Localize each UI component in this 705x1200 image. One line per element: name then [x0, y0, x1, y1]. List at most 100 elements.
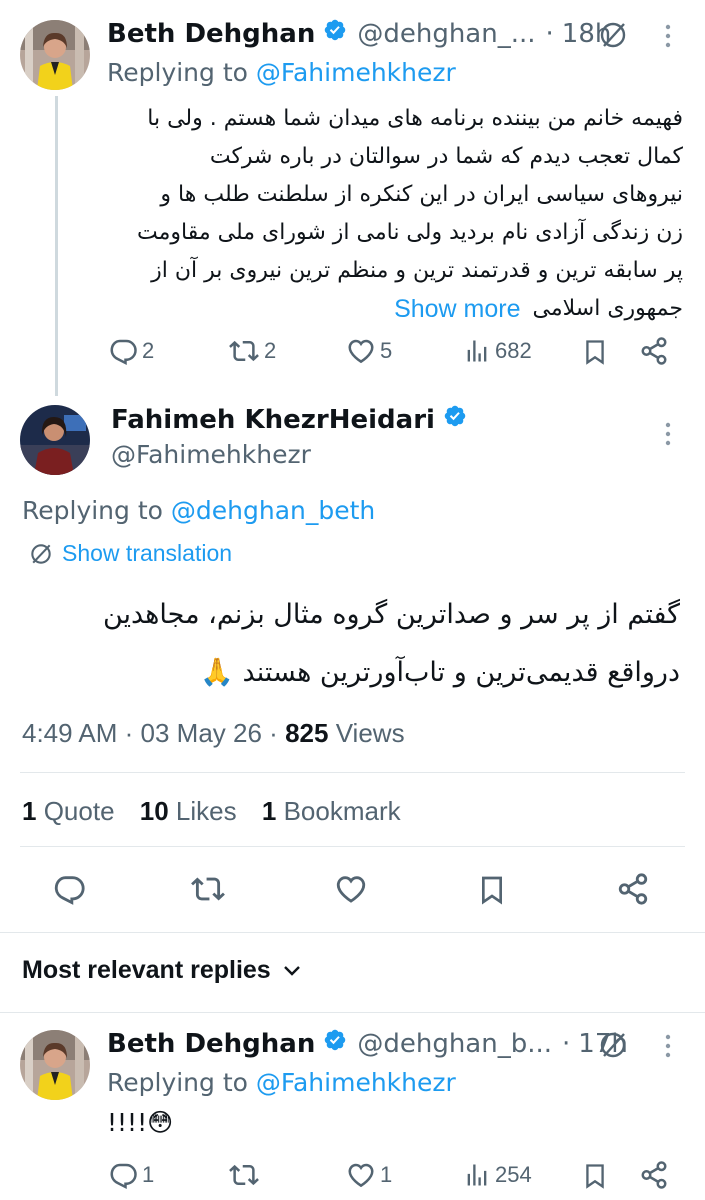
share-icon	[641, 1161, 667, 1189]
sort-label: Most relevant replies	[22, 956, 271, 984]
share-button[interactable]	[616, 872, 650, 910]
replying-to: Replying to @Fahimehkhezr	[107, 1068, 456, 1097]
divider	[20, 772, 685, 773]
reply-count: 2	[142, 338, 155, 363]
author-handle[interactable]: @dehghan_...	[357, 19, 535, 49]
views-label: Views	[335, 718, 405, 748]
chevron-down-icon	[283, 965, 300, 976]
show-translation-button[interactable]: Show translation	[28, 540, 232, 567]
reply-icon	[54, 876, 85, 905]
like-button[interactable]	[334, 872, 368, 910]
text-line: نیروهای سیاسی ایران در این کنکره از سلطن…	[160, 182, 683, 207]
sort-replies-dropdown[interactable]: Most relevant replies	[22, 956, 301, 985]
repost-button[interactable]: 2	[228, 336, 276, 366]
reply1-header: Beth Dehghan @dehghan_... · 18h	[107, 18, 611, 49]
replying-to: Replying to @Fahimehkhezr	[107, 58, 456, 87]
views-count: 825	[285, 718, 329, 748]
reply2-header: Beth Dehghan @dehghan_b... · 17h	[107, 1028, 628, 1059]
reply-button[interactable]: 1	[108, 1160, 154, 1190]
replying-to-link[interactable]: @dehghan_beth	[171, 496, 375, 525]
text-line: درواقع قدیمی‌ترین و تاب‌آورترین هستند 🙏	[200, 657, 680, 688]
views-button[interactable]: 254	[463, 1160, 532, 1190]
replying-to: Replying to @dehghan_beth	[22, 496, 376, 525]
repost-button[interactable]	[190, 872, 226, 910]
share-button[interactable]	[639, 1160, 669, 1190]
text-line: کمال تعجب دیدم که شما در سوالتان در باره…	[209, 144, 683, 169]
more-vertical-icon[interactable]	[660, 22, 676, 54]
like-count: 5	[380, 338, 393, 363]
bookmarks-stat[interactable]: 1 Bookmark	[262, 796, 419, 826]
text-line: فهیمه خانم من بیننده برنامه های میدان شم…	[147, 106, 683, 131]
author-handle[interactable]: @dehghan_b...	[357, 1029, 552, 1059]
divider	[0, 932, 705, 933]
views-count: 254	[495, 1162, 532, 1187]
author-handle[interactable]: @Fahimehkhezr	[111, 440, 311, 469]
views-icon	[467, 1164, 487, 1186]
author-name[interactable]: Beth Dehghan	[107, 1029, 315, 1059]
avatar-beth-dehghan[interactable]	[20, 1030, 90, 1100]
reply-icon	[110, 339, 137, 366]
avatar-beth-dehghan[interactable]	[20, 20, 90, 90]
bookmark-icon	[586, 340, 604, 365]
like-icon	[336, 876, 366, 903]
author-name[interactable]: Fahimeh KhezrHeidari	[111, 405, 435, 435]
thread-connector-line	[55, 96, 58, 396]
more-vertical-icon[interactable]	[660, 420, 676, 452]
repost-icon	[191, 877, 225, 901]
like-button[interactable]: 1	[346, 1160, 392, 1190]
bookmark-button[interactable]	[476, 872, 508, 912]
share-button[interactable]	[639, 336, 669, 366]
share-icon	[641, 337, 667, 365]
likes-stat[interactable]: 10 Likes	[140, 796, 255, 826]
quotes-stat[interactable]: 1 Quote	[22, 796, 133, 826]
divider	[20, 846, 685, 847]
views-icon	[467, 340, 487, 362]
bookmark-button[interactable]	[581, 1160, 609, 1192]
text-line: جمهوری اسلامی	[532, 296, 683, 321]
avatar-fahimeh[interactable]	[20, 405, 90, 475]
verified-badge-icon	[323, 18, 347, 49]
tweet-time[interactable]: 4:49 AM	[22, 718, 117, 748]
last-line-row: Show more جمهوری اسلامی	[105, 290, 683, 328]
grok-slash-icon[interactable]	[598, 1030, 628, 1064]
reply1-text: فهیمه خانم من بیننده برنامه های میدان شم…	[105, 100, 683, 328]
separator-dot: ·	[545, 18, 554, 49]
more-vertical-icon[interactable]	[660, 1032, 676, 1064]
bookmark-button[interactable]	[581, 336, 609, 368]
show-more-link[interactable]: Show more	[394, 290, 520, 328]
show-translation-label: Show translation	[62, 540, 233, 566]
like-button[interactable]: 5	[346, 336, 392, 366]
reply2-text: !!!!😳	[107, 1108, 174, 1137]
bookmark-icon	[586, 1164, 604, 1189]
like-icon	[348, 1163, 374, 1188]
reply-button[interactable]	[52, 872, 86, 910]
repost-icon	[229, 340, 259, 362]
tweet-date[interactable]: 03 May 26	[141, 718, 262, 748]
share-icon	[618, 873, 648, 905]
verified-badge-icon	[443, 404, 467, 435]
repost-count: 2	[264, 338, 277, 363]
divider	[0, 1012, 705, 1013]
main-header: Fahimeh KhezrHeidari	[111, 404, 467, 435]
views-button[interactable]: 682	[463, 336, 532, 366]
engagement-stats: 1 Quote 10 Likes 1 Bookmark	[22, 796, 419, 827]
reply-count: 1	[142, 1162, 155, 1187]
reply-button[interactable]: 2	[108, 336, 154, 366]
replying-to-link[interactable]: @Fahimehkhezr	[256, 1068, 456, 1097]
text-line: زن زندگی آزادی نام بردید ولی نامی از شور…	[137, 220, 683, 245]
like-count: 1	[380, 1162, 393, 1187]
text-line: گفتم از پر سر و صداترین گروه مثال بزنم، …	[102, 599, 680, 630]
views-count: 682	[495, 338, 532, 363]
like-icon	[348, 339, 374, 364]
main-tweet-text: گفتم از پر سر و صداترین گروه مثال بزنم، …	[20, 586, 680, 702]
text-line: پر سابقه ترین و قدرتمند ترین و منظم ترین…	[151, 258, 683, 283]
verified-badge-icon	[323, 1028, 347, 1059]
translate-icon	[31, 543, 51, 564]
tweet-meta: 4:49 AM · 03 May 26 · 825 Views	[22, 718, 405, 748]
repost-button[interactable]	[228, 1160, 260, 1190]
replying-to-link[interactable]: @Fahimehkhezr	[256, 58, 456, 87]
author-name[interactable]: Beth Dehghan	[107, 19, 315, 49]
bookmark-icon	[482, 876, 502, 905]
grok-slash-icon[interactable]	[598, 20, 628, 54]
repost-icon	[229, 1164, 259, 1186]
